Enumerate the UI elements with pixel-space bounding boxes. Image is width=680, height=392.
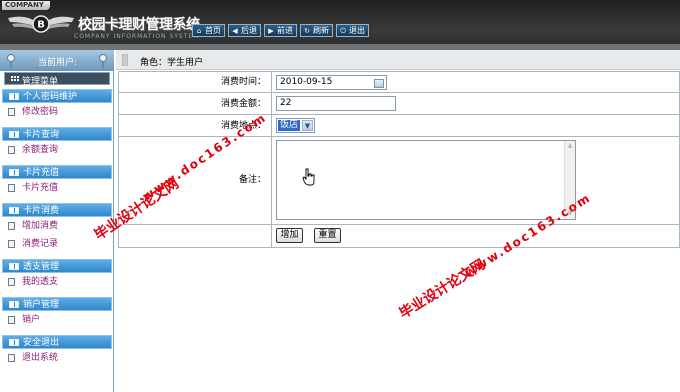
nav-forward-button[interactable]: ▶ 前进 [264, 24, 297, 37]
menu-group-close-account: 销户管理 销户 [2, 297, 112, 329]
scroll-up-icon[interactable]: ▲ [565, 141, 575, 151]
nav-logout-button[interactable]: ⏻ 退出 [336, 24, 369, 37]
menu-group-password: 个人密码维护 修改密码 [2, 89, 112, 121]
pin-icon [99, 54, 107, 68]
document-icon [8, 222, 15, 230]
refresh-icon: ↻ [304, 26, 310, 35]
home-icon: ⌂ [196, 26, 202, 35]
menu-group-header[interactable]: 透支管理 [2, 259, 112, 273]
document-icon [8, 240, 15, 248]
role-label: 角色：学生用户 [140, 58, 204, 68]
menu-group-card-recharge: 卡片充值 卡片充值 [2, 165, 112, 197]
document-icon [8, 108, 15, 116]
book-icon [9, 169, 19, 176]
svg-text:B: B [37, 20, 45, 31]
app-title: 校园卡理财管理系统 [78, 17, 200, 33]
document-icon [8, 146, 15, 154]
forward-arrow-icon: ▶ [268, 26, 274, 35]
sidebar: 当前用户: 管理菜单 个人密码维护 修改密码 卡片查询 余额查询 卡片充值 卡片… [0, 50, 114, 392]
book-icon [9, 263, 19, 270]
menu-group-header[interactable]: 卡片查询 [2, 127, 112, 141]
form-row-amount: 消费金额： 22 [119, 93, 679, 115]
menu-group-card-query: 卡片查询 余额查询 [2, 127, 112, 159]
menu-item-change-password[interactable]: 修改密码 [2, 103, 112, 121]
menu-item-card-recharge[interactable]: 卡片充值 [2, 179, 112, 197]
time-label: 消费时间： [119, 72, 272, 92]
menu-group-header[interactable]: 卡片消费 [2, 203, 112, 217]
menu-item-my-overdraft[interactable]: 我的透支 [2, 273, 112, 291]
menu-group-header[interactable]: 销户管理 [2, 297, 112, 311]
menu-item-spending-records[interactable]: 消费记录 [2, 235, 112, 253]
time-input[interactable]: 2010-09-15 [276, 75, 387, 90]
chevron-down-icon[interactable]: ▼ [302, 120, 313, 131]
submit-button[interactable]: 增加 [276, 228, 303, 243]
document-icon [8, 184, 15, 192]
menu-item-balance-query[interactable]: 余额查询 [2, 141, 112, 159]
book-icon [9, 339, 19, 346]
hand-cursor-icon [302, 168, 315, 186]
book-icon [9, 131, 19, 138]
calendar-icon[interactable] [374, 79, 384, 88]
grid-icon [11, 76, 19, 81]
document-icon [8, 316, 15, 324]
menu-title-bar: 管理菜单 [4, 72, 110, 87]
menu-item-exit-system[interactable]: 退出系统 [2, 349, 112, 367]
bar-handle [122, 54, 128, 66]
current-user-label: 当前用户: [38, 58, 78, 68]
menu-group-header[interactable]: 个人密码维护 [2, 89, 112, 103]
place-select[interactable]: 饭店 ▼ [276, 118, 315, 133]
top-nav: ⌂ 首页 ◀ 后退 ▶ 前进 ↻ 刷新 ⏻ 退出 [192, 24, 369, 37]
role-bar: 角色：学生用户 [116, 50, 680, 70]
menu-group-overdraft: 透支管理 我的透支 [2, 259, 112, 291]
amount-input[interactable]: 22 [276, 96, 396, 111]
form-row-place: 消费地点： 饭店 ▼ [119, 115, 679, 137]
form-row-actions: 增加 重置 [119, 225, 679, 247]
nav-refresh-button[interactable]: ↻ 刷新 [300, 24, 333, 37]
current-user-bar: 当前用户: [0, 50, 114, 71]
menu-item-close-account[interactable]: 销户 [2, 311, 112, 329]
menu-group-header[interactable]: 卡片充值 [2, 165, 112, 179]
menu-group-safe-exit: 安全退出 退出系统 [2, 335, 112, 367]
form-row-time: 消费时间： 2010-09-15 [119, 72, 679, 93]
main-content: 角色：学生用户 消费时间： 2010-09-15 消费金额： 22 消费地点： … [116, 50, 680, 392]
book-icon [9, 301, 19, 308]
document-icon [8, 278, 15, 286]
reset-button[interactable]: 重置 [314, 228, 341, 243]
menu-title: 管理菜单 [22, 77, 59, 87]
pin-icon [7, 54, 15, 68]
power-icon: ⏻ [340, 26, 346, 35]
remark-textarea[interactable]: ▲ ▼ [276, 140, 576, 220]
app-subtitle: COMPANY INFORMATION SYSTEM [74, 33, 200, 40]
menu-group-header[interactable]: 安全退出 [2, 335, 112, 349]
back-arrow-icon: ◀ [232, 26, 238, 35]
place-selected-value: 饭店 [278, 120, 301, 131]
book-icon [9, 207, 19, 214]
nav-home-button[interactable]: ⌂ 首页 [192, 24, 225, 37]
amount-label: 消费金额： [119, 93, 272, 114]
document-icon [8, 354, 15, 362]
company-tag: COMPANY [2, 1, 50, 10]
logo-wings-icon: B [8, 15, 74, 33]
nav-back-button[interactable]: ◀ 后退 [228, 24, 261, 37]
book-icon [9, 93, 19, 100]
